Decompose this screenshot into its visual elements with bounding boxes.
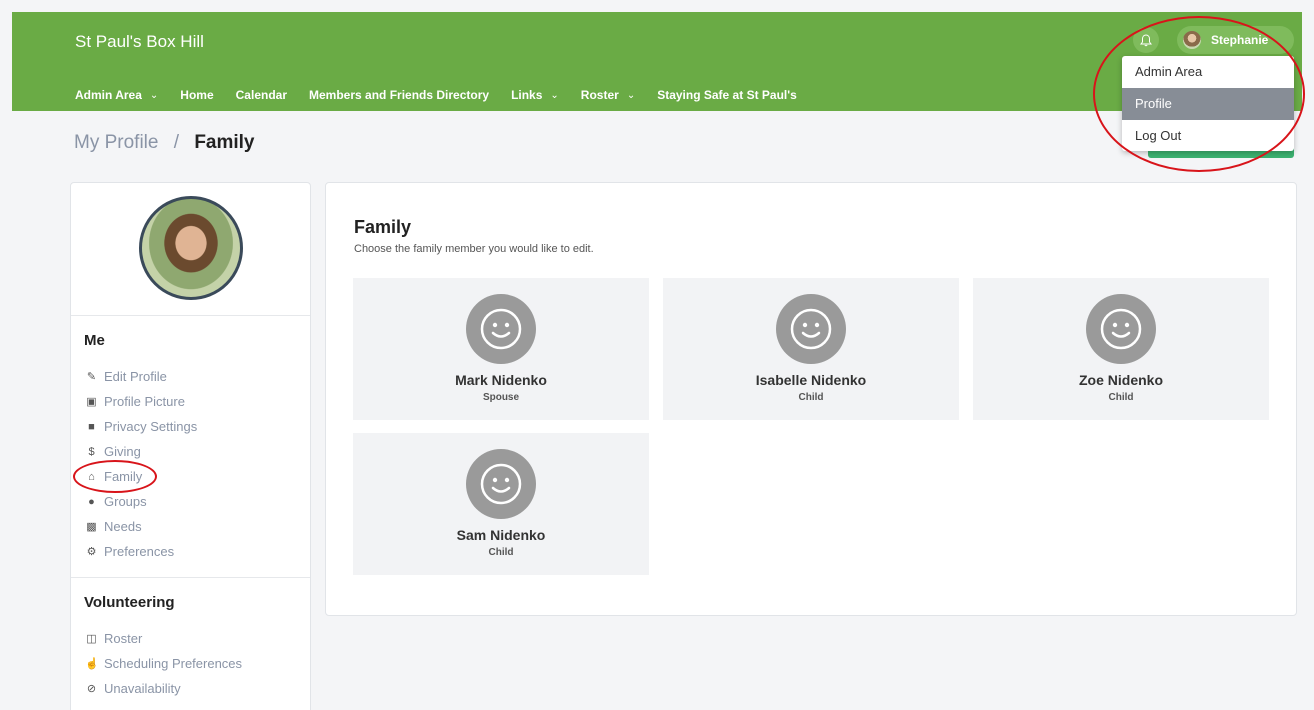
- pencil-icon: ✎: [86, 371, 97, 383]
- family-member-card-mark[interactable]: Mark Nidenko Spouse: [353, 278, 649, 420]
- page-subtitle: Choose the family member you would like …: [354, 243, 594, 255]
- sidebar-item-privacy-settings[interactable]: ■ Privacy Settings: [85, 414, 197, 439]
- sidebar-item-label: Privacy Settings: [104, 419, 198, 434]
- chevron-down-icon: ⌄: [149, 89, 159, 101]
- menu-item-profile[interactable]: Profile: [1122, 88, 1294, 120]
- sidebar-item-giving[interactable]: $ Giving: [85, 439, 197, 464]
- member-name: Isabelle Nidenko: [755, 372, 867, 388]
- sidebar-item-label: Scheduling Preferences: [104, 656, 243, 671]
- user-name: Stephanie: [1211, 33, 1269, 47]
- profile-photo: [139, 196, 243, 300]
- users-icon: ●: [88, 495, 95, 508]
- calendar-icon: ◫: [86, 633, 97, 645]
- section-heading-me: Me: [84, 332, 105, 349]
- chevron-down-icon: ⌄: [550, 89, 559, 101]
- sidebar-item-roster[interactable]: ◫ Roster: [85, 626, 242, 651]
- family-panel: Family Choose the family member you woul…: [325, 182, 1297, 616]
- notifications-button[interactable]: [1133, 27, 1159, 53]
- member-role: Child: [488, 547, 514, 558]
- sidebar-item-scheduling-preferences[interactable]: ☝ Scheduling Preferences: [85, 651, 242, 676]
- nav-members-directory[interactable]: Members and Friends Directory: [309, 88, 489, 102]
- main-nav: Admin Area ⌄ Home Calendar Members and F…: [75, 88, 819, 102]
- family-member-card-sam[interactable]: Sam Nidenko Child: [353, 433, 649, 575]
- sidebar-item-label: Profile Picture: [104, 394, 185, 409]
- member-name: Mark Nidenko: [455, 372, 547, 388]
- nav-admin-area[interactable]: Admin Area ⌄: [75, 88, 158, 102]
- nav-label: Staying Safe at St Paul's: [657, 88, 797, 102]
- gift-icon: ▩: [86, 521, 97, 533]
- nav-staying-safe[interactable]: Staying Safe at St Paul's: [657, 88, 797, 102]
- home-icon: ⌂: [88, 470, 95, 483]
- bell-icon: [1140, 33, 1152, 46]
- picture-icon: ▣: [86, 396, 97, 408]
- user-menu-button[interactable]: Stephanie: [1177, 26, 1294, 54]
- sidebar-item-label: Roster: [104, 631, 143, 646]
- nav-calendar[interactable]: Calendar: [236, 88, 287, 102]
- avatar: [1183, 31, 1201, 49]
- family-member-card-zoe[interactable]: Zoe Nidenko Child: [973, 278, 1269, 420]
- sidebar-item-label: Unavailability: [104, 681, 181, 696]
- nav-roster[interactable]: Roster ⌄: [581, 88, 635, 102]
- sidebar-item-edit-profile[interactable]: ✎ Edit Profile: [85, 364, 197, 389]
- breadcrumb: My Profile / Family: [74, 132, 255, 154]
- smiley-avatar-icon: [776, 294, 846, 364]
- sidebar-item-label: Edit Profile: [104, 369, 167, 384]
- nav-label: Roster: [580, 88, 619, 102]
- sidebar-item-label: Needs: [104, 519, 142, 534]
- member-name: Zoe Nidenko: [1078, 372, 1163, 388]
- breadcrumb-separator: /: [173, 132, 180, 153]
- chevron-down-icon: ⌄: [626, 89, 636, 101]
- profile-sidebar: Me ✎ Edit Profile ▣ Profile Picture ■ Pr…: [70, 182, 311, 710]
- breadcrumb-current: Family: [194, 132, 255, 153]
- sidebar-item-unavailability[interactable]: ⊘ Unavailability: [85, 676, 242, 701]
- sidebar-item-label: Groups: [104, 494, 147, 509]
- nav-home[interactable]: Home: [180, 88, 213, 102]
- divider: [71, 315, 310, 316]
- nav-label: Home: [180, 88, 214, 102]
- menu-item-log-out[interactable]: Log Out: [1122, 120, 1294, 152]
- lock-icon: ■: [88, 420, 95, 433]
- sidebar-item-profile-picture[interactable]: ▣ Profile Picture: [85, 389, 197, 414]
- nav-label: Calendar: [235, 88, 287, 102]
- nav-label: Members and Friends Directory: [309, 88, 490, 102]
- divider: [71, 577, 310, 578]
- sidebar-item-label: Preferences: [104, 544, 175, 559]
- site-title[interactable]: St Paul's Box Hill: [75, 32, 204, 52]
- sidebar-item-preferences[interactable]: ⚙ Preferences: [85, 539, 197, 564]
- smiley-avatar-icon: [466, 294, 536, 364]
- family-member-card-isabelle[interactable]: Isabelle Nidenko Child: [663, 278, 959, 420]
- breadcrumb-parent[interactable]: My Profile: [74, 132, 158, 153]
- section-heading-volunteering: Volunteering: [84, 594, 175, 611]
- me-menu: ✎ Edit Profile ▣ Profile Picture ■ Priva…: [85, 364, 197, 564]
- dollar-icon: $: [88, 445, 95, 458]
- menu-item-admin-area[interactable]: Admin Area: [1122, 56, 1294, 88]
- thumbs-up-icon: ☝: [85, 658, 99, 670]
- smiley-avatar-icon: [1086, 294, 1156, 364]
- member-role: Child: [798, 392, 824, 403]
- sidebar-item-family[interactable]: ⌂ Family: [85, 464, 197, 489]
- nav-label: Links: [511, 88, 543, 102]
- ban-icon: ⊘: [86, 683, 97, 695]
- sidebar-item-label: Giving: [104, 444, 141, 459]
- page-title: Family: [354, 217, 412, 237]
- gear-icon: ⚙: [86, 546, 97, 558]
- member-name: Sam Nidenko: [456, 527, 546, 543]
- top-navbar: St Paul's Box Hill Admin Area ⌄ Home Cal…: [12, 12, 1302, 111]
- nav-label: Admin Area: [75, 88, 142, 102]
- sidebar-item-groups[interactable]: ● Groups: [85, 489, 197, 514]
- smiley-avatar-icon: [466, 449, 536, 519]
- volunteering-menu: ◫ Roster ☝ Scheduling Preferences ⊘ Unav…: [85, 626, 242, 701]
- sidebar-item-needs[interactable]: ▩ Needs: [85, 514, 197, 539]
- sidebar-item-label: Family: [104, 469, 143, 484]
- member-role: Child: [1108, 392, 1134, 403]
- nav-links[interactable]: Links ⌄: [511, 88, 559, 102]
- user-dropdown-menu: Admin Area Profile Log Out: [1122, 56, 1294, 151]
- member-role: Spouse: [482, 392, 520, 403]
